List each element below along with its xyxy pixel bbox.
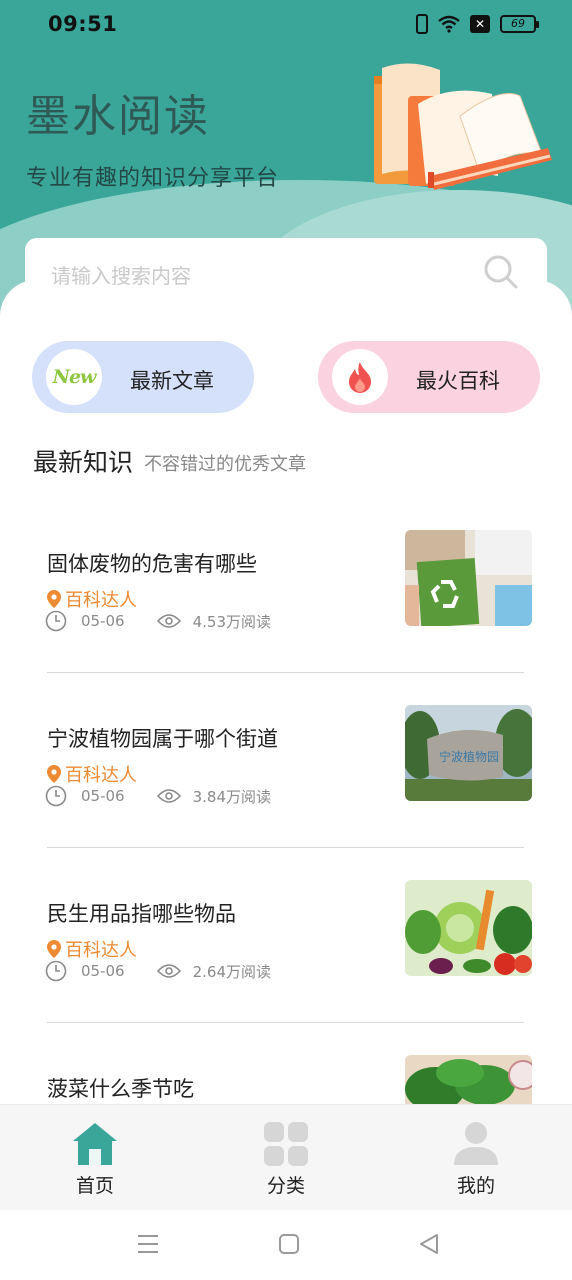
article-views: 2.64万阅读 — [192, 962, 271, 981]
tab-home-label: 首页 — [75, 1175, 114, 1197]
article-title: 固体废物的危害有哪些 — [47, 552, 257, 576]
latest-articles-label: 最新文章 — [130, 369, 214, 393]
article-date: 05-06 — [81, 787, 125, 805]
grid-icon — [264, 1122, 308, 1166]
article-date: 05-06 — [81, 612, 125, 630]
status-bar: 09:51 ✕ 69 — [0, 0, 572, 50]
system-navigation-bar — [0, 1210, 572, 1280]
bottom-tab-bar: 首页 分类 我的 — [0, 1104, 572, 1210]
search-bar[interactable]: 请输入搜索内容 — [25, 238, 547, 306]
home-icon — [73, 1123, 117, 1165]
books-illustration — [374, 63, 552, 190]
divider — [47, 672, 524, 673]
author-name: 百科达人 — [65, 940, 137, 961]
tab-profile-label: 我的 — [456, 1175, 495, 1197]
clock-icon — [45, 785, 67, 807]
eye-icon — [156, 789, 181, 803]
app-subtitle: 专业有趣的知识分享平台 — [26, 166, 280, 191]
fire-icon — [332, 349, 388, 405]
vibrate-icon — [416, 14, 428, 34]
author-name: 百科达人 — [65, 590, 137, 611]
tab-home[interactable]: 首页 — [25, 1105, 165, 1211]
tab-category-label: 分类 — [266, 1175, 305, 1197]
section-subtitle: 不容错过的优秀文章 — [144, 454, 306, 475]
tab-category[interactable]: 分类 — [216, 1105, 356, 1211]
location-pin-icon — [47, 590, 61, 608]
clock-icon — [45, 610, 67, 632]
article-meta: 05-06 3.84万阅读 — [45, 785, 271, 807]
search-input[interactable]: 请输入搜索内容 — [51, 260, 191, 289]
article-item[interactable]: 宁波植物园属于哪个街道 百科达人 05-06 3.84万阅读 宁波植物园 — [0, 705, 572, 855]
menu-icon[interactable] — [136, 1232, 160, 1256]
article-item[interactable]: 菠菜什么季节吃 — [0, 1055, 572, 1104]
eye-icon — [156, 964, 181, 978]
wifi-icon — [438, 15, 460, 33]
article-views: 3.84万阅读 — [192, 787, 271, 806]
article-title: 菠菜什么季节吃 — [47, 1077, 194, 1101]
author-name: 百科达人 — [65, 765, 137, 786]
article-title: 宁波植物园属于哪个街道 — [47, 727, 278, 751]
article-views: 4.53万阅读 — [192, 612, 271, 631]
sim-off-icon: ✕ — [470, 15, 490, 33]
back-icon[interactable] — [417, 1232, 441, 1256]
divider — [47, 847, 524, 848]
divider — [47, 1022, 524, 1023]
spinach-image — [405, 1055, 532, 1104]
article-date: 05-06 — [81, 962, 125, 980]
article-author: 百科达人 — [47, 586, 137, 612]
vegetables-image — [405, 880, 532, 976]
hot-encyclopedia-button[interactable]: 最火百科 — [318, 341, 540, 413]
location-pin-icon — [47, 765, 61, 783]
recycling-image — [405, 530, 532, 626]
latest-articles-button[interactable]: New 最新文章 — [32, 341, 254, 413]
svg-text:宁波植物园: 宁波植物园 — [439, 749, 499, 764]
article-item[interactable]: 民生用品指哪些物品 百科达人 05-06 2.64万阅读 — [0, 880, 572, 1030]
section-title: 最新知识 — [33, 448, 134, 477]
battery-icon: 69 — [500, 15, 539, 33]
location-pin-icon — [47, 940, 61, 958]
eye-icon — [156, 614, 181, 628]
user-icon — [454, 1122, 498, 1165]
article-meta: 05-06 4.53万阅读 — [45, 610, 271, 632]
article-item[interactable]: 固体废物的危害有哪些 百科达人 05-06 4.53万阅读 — [0, 530, 572, 680]
search-icon[interactable] — [483, 254, 519, 290]
new-badge-icon: New — [46, 349, 102, 405]
article-author: 百科达人 — [47, 761, 137, 787]
home-square-icon[interactable] — [277, 1232, 301, 1256]
hot-encyclopedia-label: 最火百科 — [416, 369, 500, 393]
clock-icon — [45, 960, 67, 982]
tab-profile[interactable]: 我的 — [406, 1105, 546, 1211]
article-meta: 05-06 2.64万阅读 — [45, 960, 271, 982]
status-time: 09:51 — [48, 12, 118, 36]
app-title: 墨水阅读 — [26, 91, 210, 142]
article-title: 民生用品指哪些物品 — [47, 902, 236, 926]
article-author: 百科达人 — [47, 936, 137, 962]
botanical-garden-image: 宁波植物园 — [405, 705, 532, 801]
